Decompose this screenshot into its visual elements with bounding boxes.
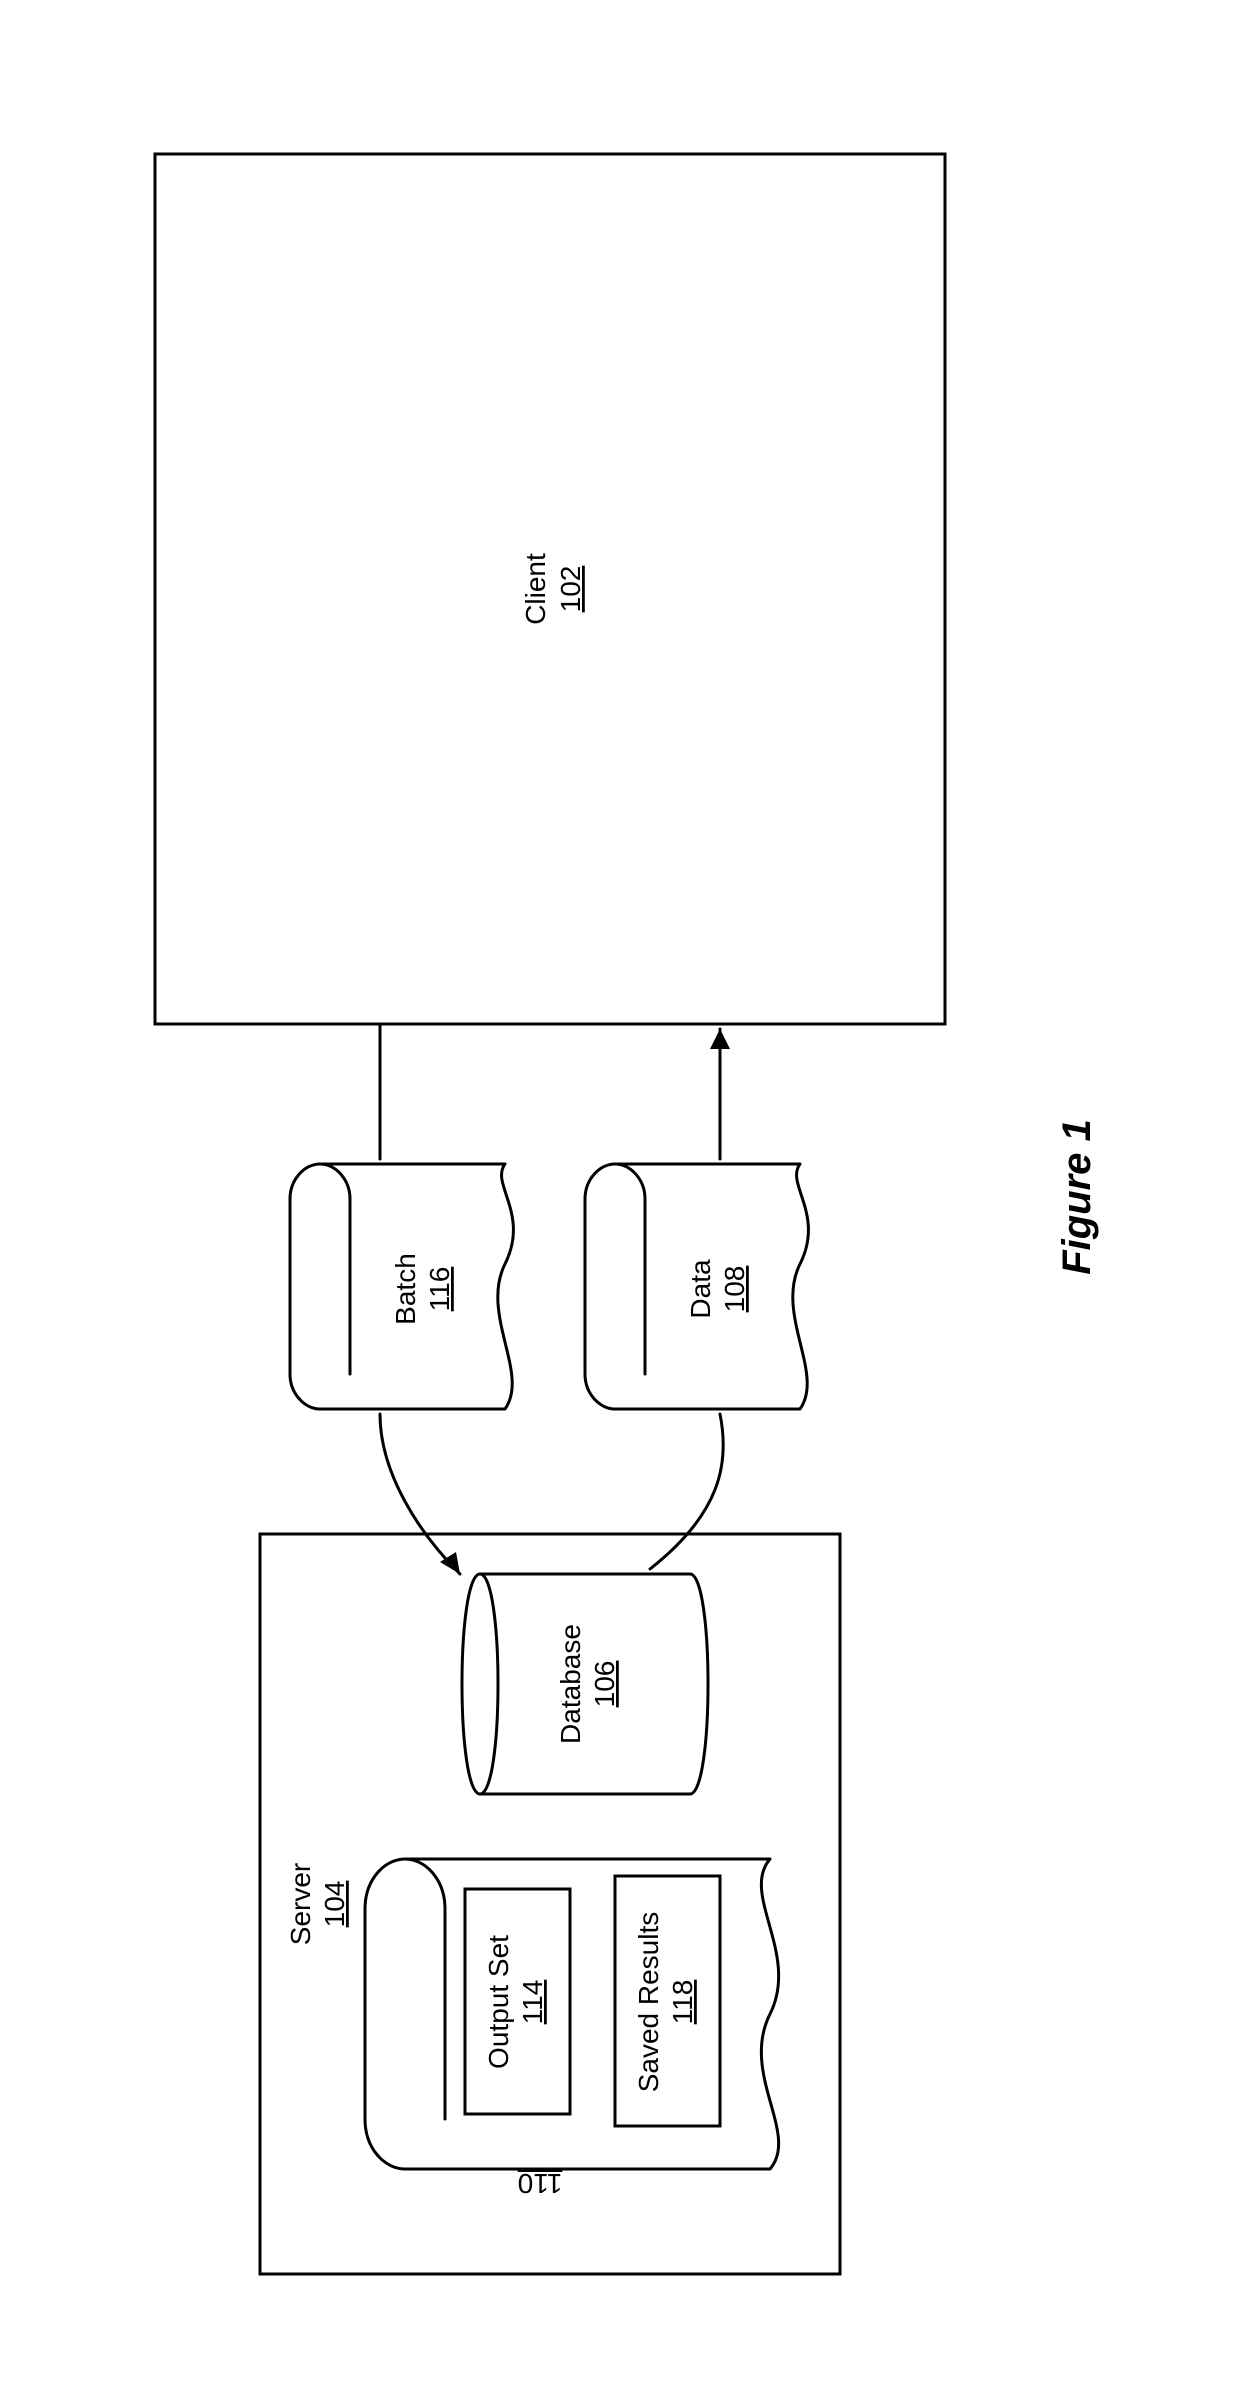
server-scroll [365, 1859, 779, 2169]
database-label: Database [555, 1624, 586, 1744]
output-set-label: Output Set [483, 1935, 514, 2069]
batch-label: Batch [390, 1253, 421, 1325]
data-ref: 108 [719, 1266, 750, 1313]
saved-results-label: Saved Results [633, 1912, 664, 2093]
server-ref: 104 [319, 1881, 350, 1928]
figure-label: Figure 1 [1055, 1119, 1099, 1275]
scroll-ref: 110 [518, 2168, 563, 2199]
output-set-ref: 114 [517, 1980, 548, 2025]
client-label: Client [520, 553, 551, 625]
batch-ref: 116 [424, 1267, 455, 1312]
client-ref: 102 [555, 566, 586, 613]
server-label: Server [285, 1863, 316, 1945]
data-label: Data [685, 1259, 716, 1319]
database-ref: 106 [589, 1661, 620, 1708]
saved-results-ref: 118 [667, 1980, 698, 2025]
